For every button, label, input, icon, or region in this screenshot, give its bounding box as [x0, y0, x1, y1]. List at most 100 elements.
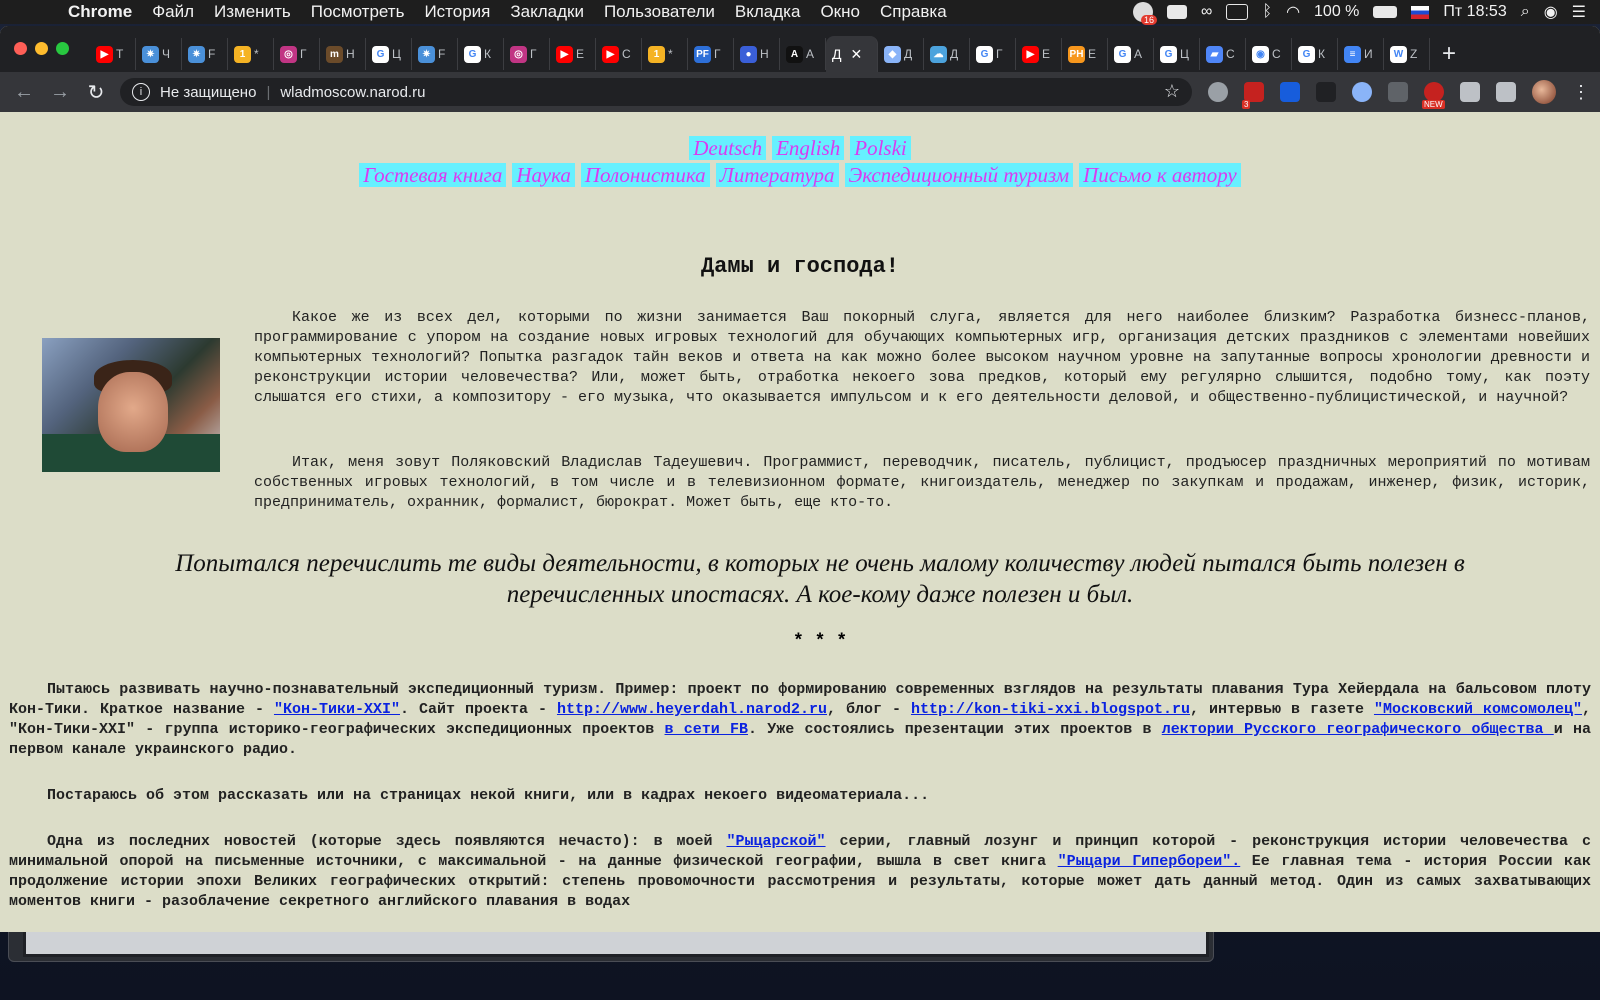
browser-tab[interactable]: AА [780, 38, 826, 70]
hyperborea-book-link[interactable]: "Рыцари Гипербореи". [1058, 853, 1241, 870]
control-center-icon[interactable]: ☰ [1572, 2, 1586, 22]
forward-arrow-icon[interactable]: → [42, 81, 78, 104]
browser-tab[interactable]: GЦ [1154, 38, 1200, 70]
chrome-menu-icon[interactable]: ⋮ [1572, 82, 1590, 103]
new-tab-button[interactable]: + [1442, 40, 1456, 68]
browser-tab[interactable]: ≡ И [1338, 38, 1384, 70]
nav-polonistics[interactable]: Полонистика [580, 163, 710, 187]
bookmark-star-icon[interactable]: ☆ [1164, 81, 1180, 102]
globe-extension-icon[interactable] [1208, 82, 1228, 102]
wifi-icon[interactable]: ◠ [1286, 2, 1300, 22]
nav-letter-to-author[interactable]: Письмо к автору [1079, 163, 1241, 187]
browser-tab[interactable]: mН [320, 38, 366, 70]
browser-tab[interactable]: 1 * [228, 38, 274, 70]
bluetooth-icon[interactable]: ᛒ [1262, 3, 1272, 21]
mk-interview-link[interactable]: "Московский комсомолец" [1374, 701, 1582, 718]
browser-tab[interactable]: 1 * [642, 38, 688, 70]
nav-literature[interactable]: Литература [715, 163, 839, 187]
browser-tab[interactable]: GГ [970, 38, 1016, 70]
browser-tab[interactable]: GК [458, 38, 504, 70]
minimize-window-button[interactable] [35, 42, 48, 55]
chrome-window: ▶ Т ✷ Ч ✷ F 1 * ◎ Гm Н G Ц ✷ F G К ◎ Г ▶ Е ▶ С 1 * PF Г ● Н A А Д ✕ ◆ Д ☁ Д G… [0, 26, 1600, 932]
battery-icon[interactable] [1373, 6, 1398, 18]
nav-expedition-tourism[interactable]: Экспедиционный туризм [844, 163, 1074, 187]
window-controls [14, 42, 69, 55]
browser-tab[interactable]: Д ✕ [826, 36, 878, 72]
browser-tab[interactable]: ✷ F [412, 38, 458, 70]
siri-icon[interactable]: ◉ [1544, 2, 1558, 22]
close-window-button[interactable] [14, 42, 27, 55]
spotlight-search-icon[interactable]: ⌕ [1521, 3, 1530, 21]
reading-list-icon[interactable] [1496, 82, 1516, 102]
screen-record-icon[interactable] [1167, 5, 1188, 19]
kon-tiki-link[interactable]: "Кон-Тики-XXI" [274, 701, 400, 718]
menu-edit[interactable]: Изменить [204, 2, 301, 22]
text: Одна из последних новостей (которые здес… [47, 833, 727, 850]
clock[interactable]: Пт 18:53 [1443, 3, 1506, 21]
menu-help[interactable]: Справка [870, 2, 957, 22]
nav-guestbook[interactable]: Гостевая книга [359, 163, 507, 187]
browser-tab[interactable]: ✷ Ч [136, 38, 182, 70]
browser-tab[interactable]: ▶ Е [1016, 38, 1062, 70]
menu-history[interactable]: История [414, 2, 500, 22]
nav-science[interactable]: Наука [512, 163, 575, 187]
tab-title: Д [904, 47, 913, 61]
heyerdahl-site-link[interactable]: http://www.heyerdahl.narod2.ru [557, 701, 827, 718]
airplay-icon[interactable] [1226, 4, 1249, 20]
browser-tab[interactable]: ▶ С [596, 38, 642, 70]
close-tab-icon[interactable]: ✕ [850, 46, 862, 63]
new-extension-icon[interactable]: NEW [1422, 82, 1445, 109]
tab-title: Е [1042, 47, 1051, 61]
download-icon[interactable] [1352, 82, 1372, 102]
browser-tab[interactable]: ☁ Д [924, 38, 970, 70]
notification-app-icon[interactable]: 16 [1133, 2, 1158, 25]
zoom-window-button[interactable] [56, 42, 69, 55]
browser-tab[interactable]: PH Е [1062, 38, 1108, 70]
creative-cloud-icon[interactable]: ∞ [1201, 3, 1212, 21]
bitwarden-icon[interactable] [1280, 82, 1300, 102]
security-status[interactable]: Не защищено [160, 84, 256, 101]
reload-icon[interactable]: ↻ [78, 80, 114, 105]
browser-tab[interactable]: GЦ [366, 38, 412, 70]
tab-title: Г [300, 47, 307, 61]
menu-bookmarks[interactable]: Закладки [500, 2, 594, 22]
knight-series-link[interactable]: "Рыцарской" [727, 833, 826, 850]
menu-view[interactable]: Посмотреть [301, 2, 415, 22]
menu-tab[interactable]: Вкладка [725, 2, 811, 22]
browser-tab[interactable]: ● Н [734, 38, 780, 70]
accessibility-icon[interactable] [1388, 82, 1408, 102]
input-source-flag-icon[interactable] [1411, 5, 1430, 19]
menu-file[interactable]: Файл [142, 2, 204, 22]
profile-avatar[interactable] [1532, 80, 1556, 104]
lang-link-english[interactable]: English [772, 136, 845, 160]
adblock-plus-icon[interactable]: 3 [1242, 82, 1264, 109]
browser-tab[interactable]: ▶ Е [550, 38, 596, 70]
browser-tab[interactable]: ◎ Г [504, 38, 550, 70]
blog-link[interactable]: http://kon-tiki-xxi.blogspot.ru [911, 701, 1190, 718]
puzzle-icon[interactable] [1460, 82, 1480, 102]
browser-tab[interactable]: ▰ С [1200, 38, 1246, 70]
url-text[interactable]: wladmoscow.narod.ru [280, 84, 425, 101]
info-icon[interactable]: i [132, 83, 150, 101]
browser-tab[interactable]: ◆ Д [878, 38, 924, 70]
address-bar[interactable]: i Не защищено | wladmoscow.narod.ru ☆ [120, 78, 1192, 106]
browser-tab[interactable]: PF Г [688, 38, 734, 70]
back-arrow-icon[interactable]: ← [6, 81, 42, 104]
youtube-icon: ▶ [96, 45, 113, 63]
browser-tab[interactable]: ◉ С [1246, 38, 1292, 70]
menu-app-name[interactable]: Chrome [58, 2, 142, 22]
photo-face [98, 372, 168, 452]
browser-tab[interactable]: ◎ Г [274, 38, 320, 70]
browser-tab[interactable]: ▶ Т [90, 38, 136, 70]
browser-tab[interactable]: GК [1292, 38, 1338, 70]
lang-link-polski[interactable]: Polski [850, 136, 911, 160]
browser-tab[interactable]: WZ [1384, 38, 1430, 70]
browser-tab[interactable]: GА [1108, 38, 1154, 70]
fb-group-link[interactable]: в сети FB [665, 721, 748, 738]
browser-tab[interactable]: ✷ F [182, 38, 228, 70]
menu-window[interactable]: Окно [810, 2, 870, 22]
lang-link-deutsch[interactable]: Deutsch [689, 136, 767, 160]
menu-people[interactable]: Пользователи [594, 2, 725, 22]
rgo-lecture-link[interactable]: лектории Русского географического общест… [1162, 721, 1554, 738]
dark-reader-icon[interactable] [1316, 82, 1336, 102]
